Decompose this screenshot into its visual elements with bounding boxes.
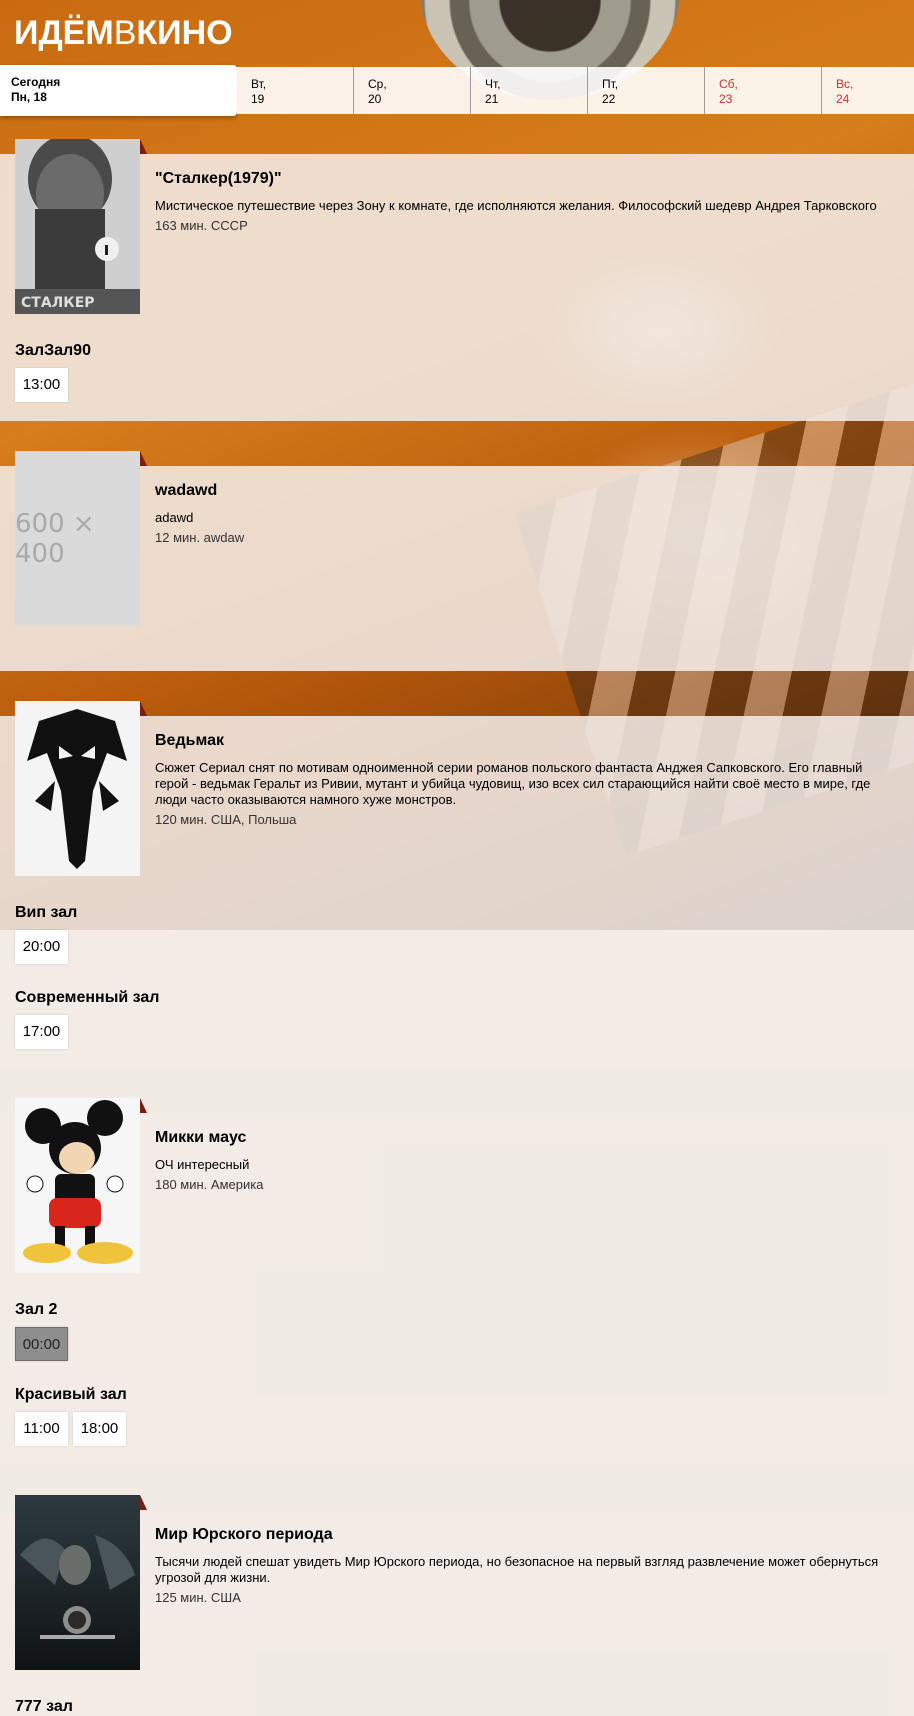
day-tab-4[interactable]: Пт, 22 — [588, 67, 705, 114]
hall-block: ЗалЗал90 13:00 — [15, 341, 899, 402]
hall-title: Красивый зал — [15, 1386, 127, 1403]
day-tab-2[interactable]: Ср, 20 — [354, 67, 471, 114]
showtime-list: 20:00 — [15, 930, 899, 964]
movie-title: "Сталкер(1979)" — [155, 170, 282, 187]
movie-description: Микки маус ОЧ интересный 180 мин. Америка — [140, 1098, 283, 1193]
movie-synopsis: Сюжет Сериал снят по мотивам одноименной… — [155, 760, 871, 807]
logo-part-1: ИДЁМ — [14, 14, 114, 52]
movie-info: Микки маус ОЧ интересный 180 мин. Америка — [15, 1098, 899, 1273]
day-tab-date: 22 — [602, 92, 616, 106]
site-header: ИДЁМВКИНО — [0, 0, 914, 66]
movie-info: Мир Юрского периода Тысячи людей спешат у… — [15, 1495, 899, 1670]
movie-title: wadawd — [155, 482, 218, 499]
day-tab-date: 19 — [251, 92, 265, 106]
hall-title: Вип зал — [15, 904, 78, 921]
day-tab-date: 23 — [719, 92, 733, 106]
movie-duration-country: 125 мин. США — [155, 1590, 241, 1605]
showtime-button: 00:00 — [15, 1327, 68, 1361]
showtime-list: 13:00 — [15, 368, 899, 402]
showtime-button[interactable]: 11:00 — [15, 1412, 68, 1446]
day-tab-weekday: Вт, — [251, 77, 267, 91]
movie-duration-country: 120 мин. США, Польша — [155, 812, 297, 827]
movie-title: Микки маус — [155, 1129, 247, 1146]
jurassic-poster — [15, 1495, 140, 1670]
stalker-poster: СТАЛКЕР — [15, 139, 140, 314]
movie-card: Мир Юрского периода Тысячи людей спешат у… — [0, 1495, 914, 1716]
hall-block: Красивый зал 11:00 18:00 — [15, 1385, 899, 1446]
day-tab-date: 20 — [368, 92, 382, 106]
movie-card: Ведьмак Сюжет Сериал снят по мотивам одно… — [0, 701, 914, 1068]
movie-poster-frame: СТАЛКЕР — [15, 139, 147, 314]
movie-poster-frame — [15, 1495, 147, 1670]
poster-caption: 600 × 400 — [15, 508, 95, 569]
showtime-list: 00:00 — [15, 1327, 899, 1361]
witcher-poster — [15, 701, 140, 876]
placeholder-poster: 600 × 400 — [15, 451, 140, 626]
day-tab-date: Пн, 18 — [11, 90, 47, 104]
movie-description: Мир Юрского периода Тысячи людей спешат у… — [140, 1495, 899, 1606]
poster-caption: СТАЛКЕР — [21, 295, 95, 311]
movie-card: СТАЛКЕР "Сталкер(1979)" Мистическое путеше… — [0, 139, 914, 421]
movie-title: Ведьмак — [155, 732, 224, 749]
logo-part-3: КИНО — [136, 14, 233, 52]
movie-info: 600 × 400 wadawd adawd 12 мин. awdaw — [15, 451, 899, 626]
day-tab-weekday: Сегодня — [11, 75, 61, 89]
movie-title: Мир Юрского периода — [155, 1526, 333, 1543]
hall-block: 777 зал14:3022:00 — [15, 1697, 899, 1716]
movie-info: Ведьмак Сюжет Сериал снят по мотивам одно… — [15, 701, 899, 876]
movie-poster-frame — [15, 1098, 147, 1273]
logo[interactable]: ИДЁМВКИНО — [14, 14, 900, 52]
day-selector: Сегодня Пн, 18 Вт, 19 Ср, 20 Чт, 21 Пт, 22 Сб, 23 Вс… — [0, 65, 914, 116]
day-tab-date: 24 — [836, 92, 850, 106]
day-tab-3[interactable]: Чт, 21 — [471, 67, 588, 114]
movie-synopsis: Тысячи людей спешат увидеть Мир Юрского … — [155, 1554, 879, 1585]
showtime-button[interactable]: 17:00 — [15, 1015, 68, 1049]
showtime-button[interactable]: 20:00 — [15, 930, 68, 964]
showtime-list: 11:00 18:00 — [15, 1412, 899, 1446]
movie-description: wadawd adawd 12 мин. awdaw — [140, 451, 264, 546]
day-tab-5[interactable]: Сб, 23 — [705, 67, 822, 114]
hall-title: 777 зал — [15, 1698, 73, 1715]
movie-poster-frame — [15, 701, 147, 876]
movie-duration-country: 163 мин. СССР — [155, 218, 248, 233]
movie-poster-frame: 600 × 400 — [15, 451, 147, 626]
mickey-poster — [15, 1098, 140, 1273]
logo-part-2: В — [113, 14, 137, 52]
hall-title: Зал 2 — [15, 1301, 58, 1318]
day-tab-0[interactable]: Сегодня Пн, 18 — [0, 65, 237, 116]
movie-card: Микки маус ОЧ интересный 180 мин. Америка З… — [0, 1098, 914, 1465]
movie-synopsis: Мистическое путешествие через Зону к ком… — [155, 198, 877, 213]
movie-description: "Сталкер(1979)" Мистическое путешествие ч… — [140, 139, 897, 234]
hall-block: Зал 2 00:00 — [15, 1300, 899, 1361]
movie-list: СТАЛКЕР "Сталкер(1979)" Мистическое путеше… — [0, 139, 914, 1716]
hall-block: Вип зал 20:00 — [15, 903, 899, 964]
hall-title: ЗалЗал90 — [15, 342, 91, 359]
movie-duration-country: 180 мин. Америка — [155, 1177, 264, 1192]
day-tab-1[interactable]: Вт, 19 — [237, 67, 354, 114]
day-tab-date: 21 — [485, 92, 499, 106]
day-tab-weekday: Вс, — [836, 77, 854, 91]
showtime-button[interactable]: 18:00 — [73, 1412, 126, 1446]
movie-synopsis: adawd — [155, 510, 194, 525]
movie-synopsis: ОЧ интересный — [155, 1157, 250, 1172]
day-tab-weekday: Ср, — [368, 77, 387, 91]
hall-block: Современный зал 17:00 — [15, 988, 899, 1049]
movie-info: СТАЛКЕР "Сталкер(1979)" Мистическое путеше… — [15, 139, 899, 314]
movie-duration-country: 12 мин. awdaw — [155, 530, 245, 545]
day-tab-6[interactable]: Вс, 24 — [822, 67, 914, 114]
showtime-list: 17:00 — [15, 1015, 899, 1049]
day-tab-weekday: Сб, — [719, 77, 738, 91]
day-tab-weekday: Пт, — [602, 77, 619, 91]
day-tab-weekday: Чт, — [485, 77, 501, 91]
showtime-button[interactable]: 13:00 — [15, 368, 68, 402]
hall-title: Современный зал — [15, 989, 160, 1006]
movie-description: Ведьмак Сюжет Сериал снят по мотивам одно… — [140, 701, 899, 828]
movie-card: 600 × 400 wadawd adawd 12 мин. awdaw — [0, 451, 914, 671]
